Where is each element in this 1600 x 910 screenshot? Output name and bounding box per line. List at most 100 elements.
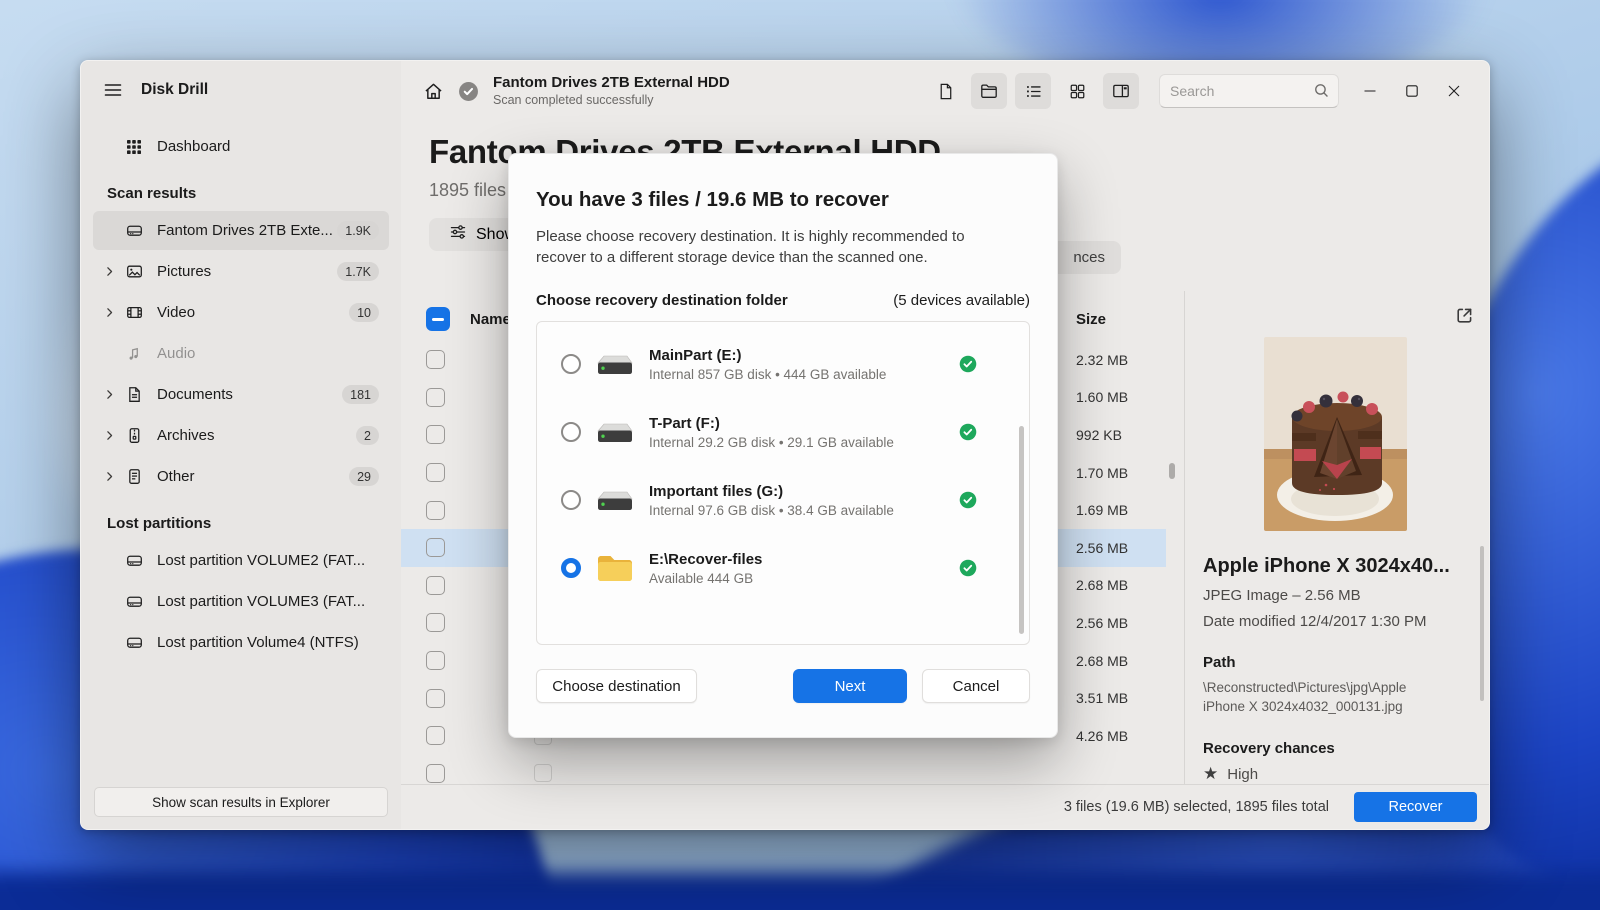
recovery-chances-value: ★ High <box>1203 764 1467 784</box>
search-icon <box>1313 82 1330 104</box>
audio-icon <box>123 345 145 362</box>
row-checkbox[interactable] <box>426 425 445 445</box>
drive3d-icon <box>594 419 636 445</box>
dialog-title: You have 3 files / 19.6 MB to recover <box>536 188 889 211</box>
file-size: 1.69 MB <box>1076 502 1129 519</box>
table-scrollbar-thumb[interactable] <box>1169 463 1175 479</box>
scan-complete-check-icon <box>458 81 479 102</box>
video-icon <box>123 304 145 321</box>
dialog-scrollbar-thumb[interactable] <box>1019 426 1024 634</box>
sidebar: Disk Drill Dashboard Scan results Fantom… <box>81 61 401 829</box>
show-in-explorer-button[interactable]: Show scan results in Explorer <box>94 787 388 817</box>
chevron-right-icon[interactable] <box>99 265 119 278</box>
search-input[interactable] <box>1159 74 1339 108</box>
radio-button[interactable] <box>561 490 581 510</box>
file-size: 2.68 MB <box>1076 577 1129 594</box>
sidebar-lost-partition-item[interactable]: Lost partition VOLUME3 (FAT... <box>93 582 389 621</box>
sidebar-scan-item[interactable]: Other 29 <box>93 457 389 496</box>
file-size: 992 KB <box>1076 426 1122 443</box>
chevron-right-icon[interactable] <box>99 306 119 319</box>
list-view-icon[interactable] <box>1015 73 1051 109</box>
destination-options: MainPart (E:) Internal 857 GB disk • 444… <box>537 330 1029 602</box>
column-header-name: Name <box>470 310 511 328</box>
destination-option[interactable]: T-Part (F:) Internal 29.2 GB disk • 29.1… <box>537 398 1029 466</box>
lost-partitions-list: Lost partition VOLUME2 (FAT... Lost part… <box>81 541 401 662</box>
file-info-icon[interactable] <box>927 73 963 109</box>
view-toolbar <box>927 73 1139 109</box>
chevron-right-icon[interactable] <box>99 388 119 401</box>
choose-destination-button[interactable]: Choose destination <box>536 669 697 703</box>
folder-view-icon[interactable] <box>971 73 1007 109</box>
sidebar-scan-item[interactable]: Pictures 1.7K <box>93 252 389 291</box>
search-box <box>1159 74 1339 108</box>
drive-icon <box>123 222 145 239</box>
sidebar-scan-item[interactable]: Documents 181 <box>93 375 389 414</box>
row-checkbox[interactable] <box>426 651 445 671</box>
cancel-button[interactable]: Cancel <box>922 669 1030 703</box>
select-all-checkbox-indeterminate[interactable] <box>426 307 450 331</box>
sidebar-scan-item[interactable]: Video 10 <box>93 293 389 332</box>
destination-option[interactable]: MainPart (E:) Internal 857 GB disk • 444… <box>537 330 1029 398</box>
destination-option[interactable]: E:\Recover-files Available 444 GB <box>537 534 1029 602</box>
count-badge: 2 <box>356 426 379 445</box>
hamburger-menu-icon[interactable] <box>103 80 123 100</box>
scan-results-section-label: Scan results <box>107 185 197 202</box>
sidebar-scan-item[interactable]: Audio <box>93 334 389 373</box>
destination-detail: Available 444 GB <box>649 570 754 586</box>
maximize-button[interactable] <box>1391 71 1433 111</box>
file-size: 1.60 MB <box>1076 389 1129 406</box>
destination-detail: Internal 97.6 GB disk • 38.4 GB availabl… <box>649 502 894 518</box>
sidebar-scan-item[interactable]: Archives 2 <box>93 416 389 455</box>
path-value: \Reconstructed\Pictures\jpg\Apple iPhone… <box>1203 680 1407 714</box>
radio-button[interactable] <box>561 354 581 374</box>
chevron-right-icon[interactable] <box>99 470 119 483</box>
close-button[interactable] <box>1433 71 1475 111</box>
chevron-right-icon[interactable] <box>99 429 119 442</box>
dialog-description: Please choose recovery destination. It i… <box>536 228 965 266</box>
row-checkbox[interactable] <box>426 350 445 370</box>
recover-button[interactable]: Recover <box>1354 792 1477 822</box>
destination-name: MainPart (E:) <box>649 346 742 364</box>
preview-image-cake[interactable] <box>1263 337 1407 531</box>
file-title: Apple iPhone X 3024x40... <box>1203 555 1450 577</box>
row-checkbox[interactable] <box>426 538 445 558</box>
grid-view-icon[interactable] <box>1059 73 1095 109</box>
panel-scrollbar-thumb[interactable] <box>1480 546 1484 701</box>
count-badge: 181 <box>342 385 379 404</box>
radio-button[interactable] <box>561 558 581 578</box>
row-checkbox[interactable] <box>426 763 445 783</box>
check-circle-icon <box>959 559 977 577</box>
file-size: 2.56 MB <box>1076 614 1129 631</box>
home-icon[interactable] <box>423 81 444 102</box>
sidebar-scan-item[interactable]: Fantom Drives 2TB Exte... 1.9K <box>93 211 389 250</box>
wallpaper-dark-edge <box>0 872 1600 910</box>
row-checkbox[interactable] <box>426 688 445 708</box>
row-checkbox[interactable] <box>426 500 445 520</box>
document-icon <box>123 386 145 403</box>
drive-title: Fantom Drives 2TB External HDD <box>493 73 730 91</box>
row-checkbox[interactable] <box>426 575 445 595</box>
dialog-buttons: Choose destination Next Cancel <box>536 669 1030 703</box>
sidebar-lost-partition-item[interactable]: Lost partition Volume4 (NTFS) <box>93 623 389 662</box>
star-icon: ★ <box>1203 764 1219 783</box>
preview-pane-icon[interactable] <box>1103 73 1139 109</box>
row-checkbox[interactable] <box>426 387 445 407</box>
open-external-icon[interactable] <box>1454 305 1475 326</box>
radio-button[interactable] <box>561 422 581 442</box>
file-type-icon <box>534 764 552 783</box>
topbar-titles: Fantom Drives 2TB External HDD Scan comp… <box>493 74 730 108</box>
scan-status-text: Scan completed successfully <box>493 92 654 107</box>
count-badge: 29 <box>349 467 379 486</box>
row-checkbox[interactable] <box>426 463 445 483</box>
minimize-button[interactable] <box>1349 71 1391 111</box>
sidebar-item-dashboard[interactable]: Dashboard <box>93 127 389 166</box>
preview-panel: Apple iPhone X 3024x40... JPEG Image – 2… <box>1184 291 1489 784</box>
destination-option[interactable]: Important files (G:) Internal 97.6 GB di… <box>537 466 1029 534</box>
sidebar-lost-partition-item[interactable]: Lost partition VOLUME2 (FAT... <box>93 541 389 580</box>
recovery-level-text: High <box>1227 765 1259 783</box>
row-checkbox[interactable] <box>426 613 445 633</box>
table-row[interactable] <box>401 755 1166 784</box>
count-badge: 10 <box>349 303 379 322</box>
row-checkbox[interactable] <box>426 726 445 746</box>
next-button[interactable]: Next <box>793 669 907 703</box>
